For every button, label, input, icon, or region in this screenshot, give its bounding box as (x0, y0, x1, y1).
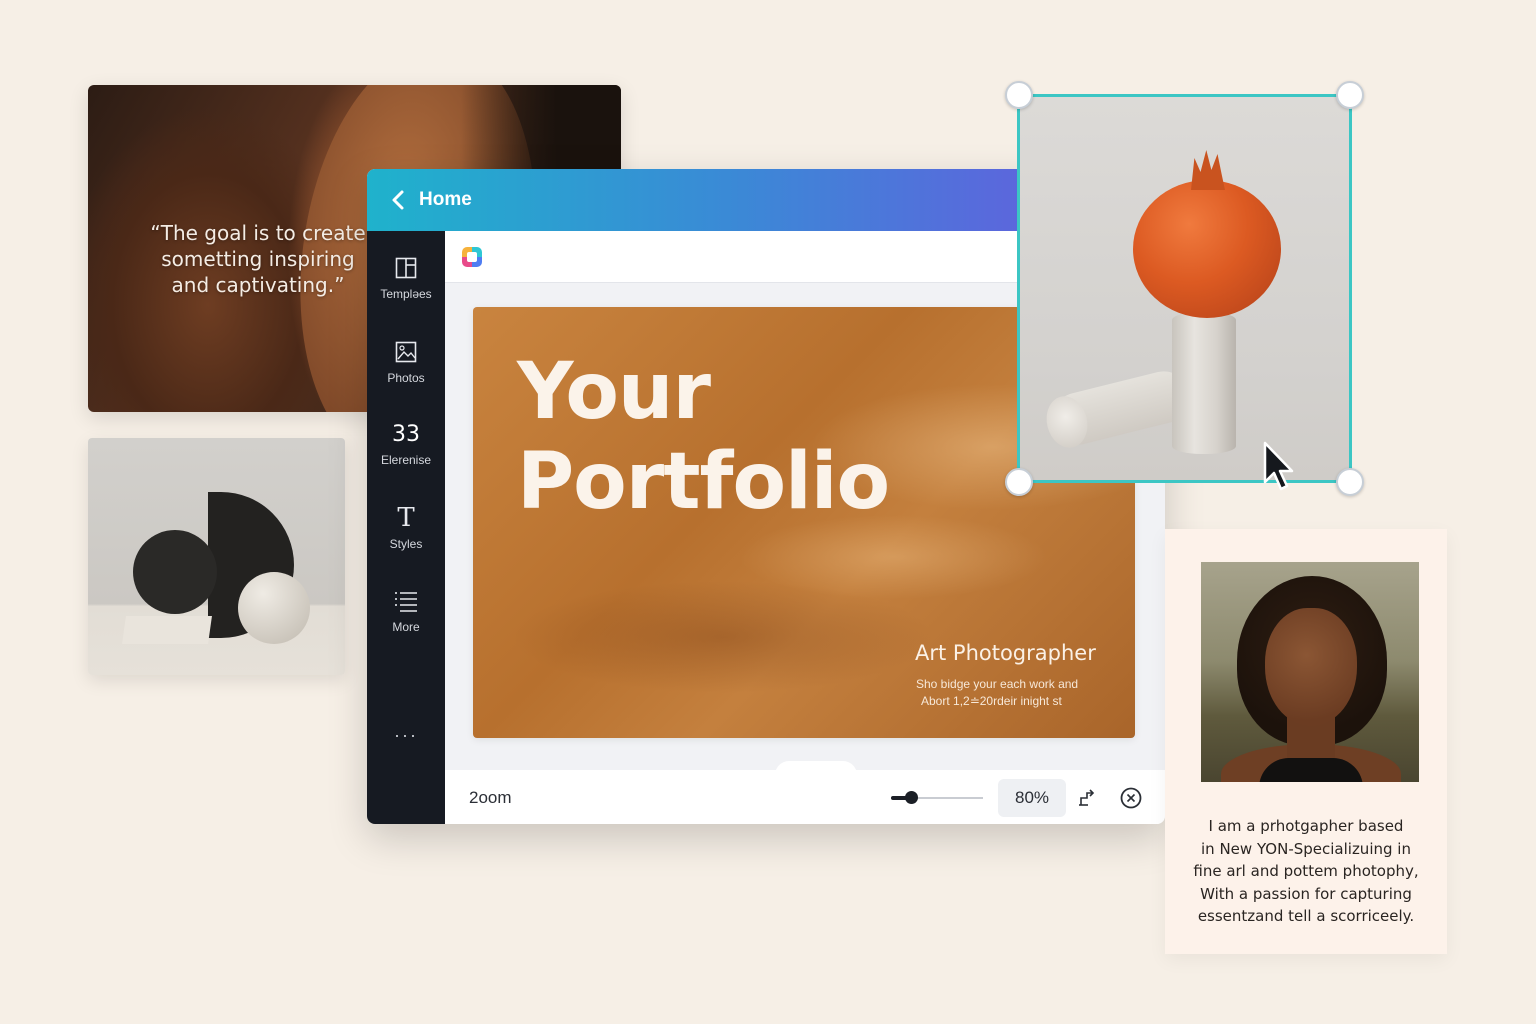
sphere-shape (238, 572, 310, 644)
header-title[interactable]: Home (419, 189, 472, 211)
bio-line: essentzand tell a scorriceely. (1197, 907, 1415, 926)
app-logo-icon[interactable] (462, 247, 482, 267)
quote-text: “The goal is to create sometting inspiri… (128, 220, 388, 298)
rail-label: Styles (389, 537, 423, 551)
rail-item-templates[interactable]: Templəes (367, 253, 445, 323)
slide-description[interactable]: Abort 1,2≐20rdeir inight st (921, 694, 1062, 708)
block-shape (122, 616, 212, 644)
resize-handle-bottom-left[interactable] (1005, 468, 1033, 496)
shapes-photo-card[interactable] (88, 438, 345, 675)
portrait-face (1265, 608, 1357, 726)
zoom-value[interactable]: 80% (998, 779, 1066, 817)
mouse-cursor-icon (1263, 441, 1294, 491)
bio-line: With a passion for capturing (1200, 884, 1412, 903)
help-icon[interactable] (1119, 786, 1143, 810)
bio-text: I am a prhotgapher based in New YON-Spec… (1183, 815, 1429, 928)
bottom-bar: 2oom 80% (445, 770, 1165, 824)
resize-handle-bottom-right[interactable] (1336, 468, 1364, 496)
list-icon (394, 586, 418, 616)
quote-line: and captivating.” (171, 273, 345, 297)
slide-title-line: Portfolio (517, 437, 890, 527)
photo-fruit-shape (1133, 180, 1281, 318)
side-rail: Templəes Photos 33 Elerenise T Styles Mo… (367, 231, 445, 824)
zoom-label: 2oom (469, 788, 512, 807)
rail-item-photos[interactable]: Photos (367, 337, 445, 407)
resize-handle-top-right[interactable] (1336, 81, 1364, 109)
text-t-glyph: T (397, 503, 415, 533)
resize-handle-top-left[interactable] (1005, 81, 1033, 109)
rail-item-more[interactable]: More (367, 586, 445, 656)
text-t-icon: T (397, 503, 414, 533)
slide-description[interactable]: Sho bidge your each work and (916, 677, 1078, 691)
resize-icon[interactable] (1076, 786, 1100, 810)
slide-title-line: Your (517, 347, 711, 437)
pomegranate-photo[interactable] (1019, 96, 1350, 481)
template-icon (395, 253, 417, 283)
portrait-top (1259, 758, 1363, 782)
bio-line: fine arl and pottem photophy, (1193, 862, 1419, 881)
rail-item-styles[interactable]: T Styles (367, 503, 445, 573)
elements-count: 33 (392, 421, 420, 447)
rail-label: Elerenise (380, 453, 432, 467)
photo-fruit-crown (1191, 150, 1225, 190)
quote-line: sometting inspiring (161, 247, 355, 271)
slide-role[interactable]: Art Photographer (915, 641, 1096, 665)
quote-line: “The goal is to create (150, 221, 366, 245)
rail-label: Photos (387, 371, 425, 385)
disc-shape (133, 530, 217, 614)
zoom-slider-thumb[interactable] (905, 791, 918, 804)
photo-pillar-shape (1172, 312, 1236, 454)
bio-card[interactable]: I am a prhotgapher based in New YON-Spec… (1165, 529, 1447, 954)
photo-icon (395, 337, 417, 367)
more-dots[interactable]: ··· (367, 725, 445, 746)
rail-item-elements[interactable]: 33 Elerenise (367, 419, 445, 489)
slide-title[interactable]: Your Portfolio (517, 347, 890, 527)
bio-line: I am a prhotgapher based (1208, 817, 1404, 835)
portrait-photo[interactable] (1201, 562, 1419, 782)
chevron-left-icon[interactable] (383, 185, 413, 215)
bio-line: in New YON-Specializuing in (1201, 839, 1411, 858)
rail-label: More (392, 620, 420, 634)
rail-label: Templəes (380, 287, 432, 301)
